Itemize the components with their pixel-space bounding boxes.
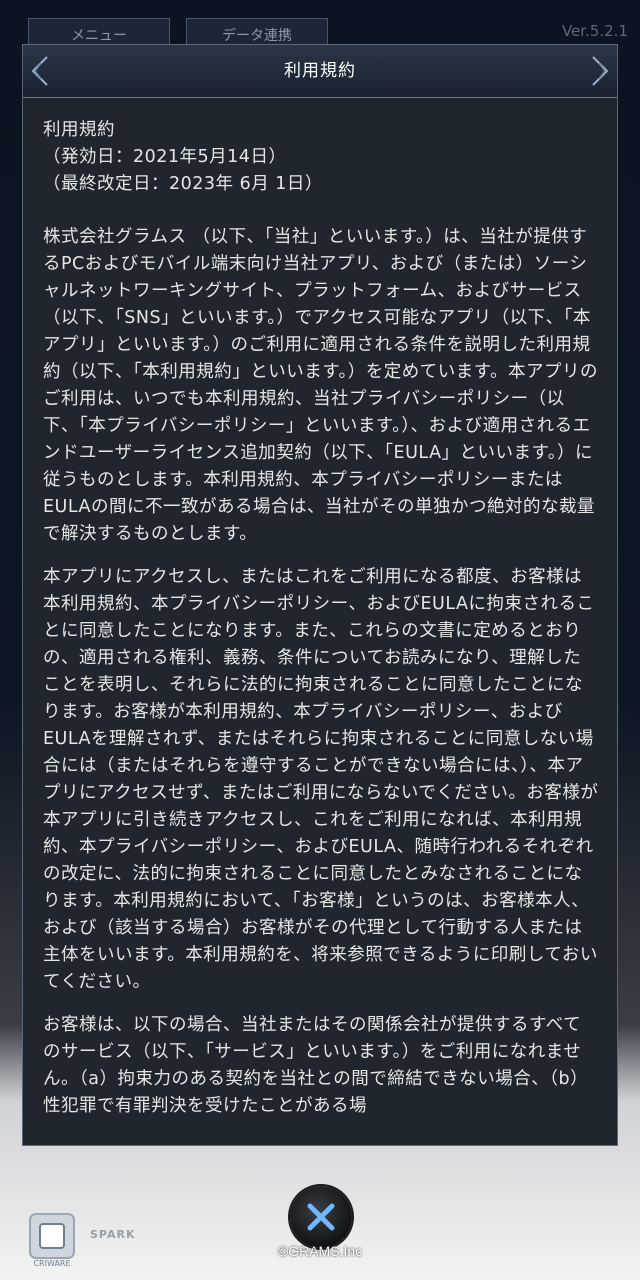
version-label: Ver.5.2.1 — [561, 22, 628, 40]
ornament-right-icon — [592, 56, 609, 86]
criware-logo-icon: CRIWARE — [29, 1213, 75, 1268]
terms-paragraph: お客様は、以下の場合、当社またはその関係会社が提供するすべてのサービス（以下、「… — [43, 1015, 589, 1116]
criware-logo-text: CRIWARE — [33, 1259, 70, 1268]
terms-header: 利用規約 （発効日：2021年5月14日） （最終改定日：2023年 6月 1日… — [43, 120, 323, 194]
terms-scroll-area[interactable]: 利用規約 （発効日：2021年5月14日） （最終改定日：2023年 6月 1日… — [43, 117, 599, 1145]
terms-paragraph: 本アプリにアクセスし、またはこれをご利用になる都度、お客様は本利用規約、本プライ… — [43, 567, 599, 992]
copyright-text: ©GRAMS.Inc — [277, 1243, 363, 1259]
close-x-icon — [307, 1203, 335, 1231]
dialog-header: 利用規約 — [23, 45, 617, 98]
close-button[interactable] — [290, 1186, 352, 1248]
spark-logo: SPARK — [90, 1228, 136, 1241]
dialog-title: 利用規約 — [284, 61, 356, 81]
terms-paragraph: 株式会社グラムス （以下、「当社」といいます。）は、当社が提供するPCおよびモバ… — [43, 227, 598, 544]
terms-dialog: 利用規約 利用規約 （発効日：2021年5月14日） （最終改定日：2023年 … — [22, 44, 618, 1146]
